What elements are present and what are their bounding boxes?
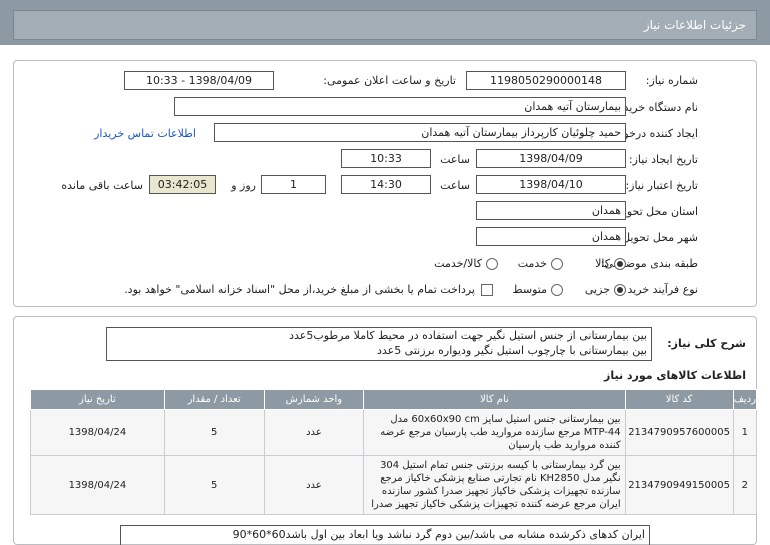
validity-date-label: تاریخ اعتبار نیاز: (625, 179, 698, 192)
table-row: 2 2134790949150005 بین گرد بیمارستانی با… (30, 455, 758, 515)
buyer-contact-link[interactable]: اطلاعات تماس خریدار (94, 127, 196, 140)
col-unit: واحد شمارش (263, 389, 365, 410)
item-qty: 5 (163, 455, 265, 515)
process-label: نوع فرآیند خرید : (620, 283, 698, 296)
province-field: همدان (476, 201, 626, 220)
remaining-time-field: 03:42:05 (149, 175, 216, 194)
header-bar: جزئیات اطلاعات نیاز (13, 10, 757, 40)
item-name: بین بیمارستانی جنس استیل سایز 60x60x90 c… (363, 409, 626, 456)
col-row: ردیف (732, 389, 758, 410)
announce-datetime-field: 1398/04/09 - 10:33 (124, 71, 274, 90)
category-service-label: خدمت (517, 257, 547, 270)
validity-time-label: ساعت (440, 179, 470, 192)
category-goods-radio[interactable] (614, 258, 626, 270)
item-unit: عدد (263, 455, 365, 515)
category-goods-label: کالا (595, 257, 610, 270)
process-minor-radio[interactable] (614, 284, 626, 296)
city-label: شهر محل تحویل: (618, 231, 698, 244)
col-name: نام کالا (363, 389, 626, 410)
table-header-row: ردیف کد کالا نام کالا واحد شمارش تعداد /… (30, 389, 758, 410)
description-box: بین بیمارستانی از جنس استیل نگیر جهت است… (106, 327, 652, 361)
days-field: 1 (261, 175, 326, 194)
item-code: 2134790949150005 (624, 455, 734, 515)
need-number-label: شماره نیاز: (645, 74, 698, 87)
item-code: 2134790957600005 (624, 409, 734, 456)
item-date: 1398/04/24 (30, 455, 165, 515)
treasury-payment-note: پرداخت تمام یا بخشی از مبلغ خرید،از محل … (124, 283, 475, 296)
col-code: کد کالا (624, 389, 734, 410)
category-service-radio[interactable] (551, 258, 563, 270)
description-line-1: بین بیمارستانی از جنس استیل نگیر جهت است… (289, 329, 647, 342)
category-both-label: کالا/خدمت (434, 257, 482, 270)
col-qty: تعداد / مقدار (163, 389, 265, 410)
item-name: بین گرد بیمارستانی با کیسه برزنتی جنس تم… (363, 455, 626, 515)
process-medium-radio[interactable] (551, 284, 563, 296)
requester-field: حمید چلوئیان کارپرداز بیمارستان آتیه همد… (214, 123, 626, 142)
city-field: همدان (476, 227, 626, 246)
validity-time-field: 14:30 (341, 175, 431, 194)
row-number: 1 (732, 409, 758, 456)
item-qty: 5 (163, 409, 265, 456)
days-label: روز و (231, 179, 256, 192)
items-panel: شرح کلی نیاز: بین بیمارستانی از جنس استی… (13, 316, 758, 545)
validity-date-field: 1398/04/10 (476, 175, 626, 194)
need-details-panel: شماره نیاز: 1198050290000148 تاریخ و ساع… (13, 60, 757, 307)
created-time-label: ساعت (440, 153, 470, 166)
items-section-title: اطلاعات کالاهای مورد نیاز (604, 369, 746, 382)
page-title: جزئیات اطلاعات نیاز (643, 18, 746, 32)
row-number: 2 (732, 455, 758, 515)
remaining-label: ساعت باقی مانده (61, 179, 143, 192)
page-header: جزئیات اطلاعات نیاز (0, 0, 770, 45)
created-date-label: تاریخ ایجاد نیاز: (628, 153, 698, 166)
table-row: 1 2134790957600005 بین بیمارستانی جنس اس… (30, 409, 758, 456)
description-label: شرح کلی نیاز: (667, 337, 746, 350)
treasury-payment-checkbox[interactable] (481, 284, 493, 296)
process-minor-label: جزیی (584, 283, 610, 296)
buyer-org-field: بیمارستان آتیه همدان (174, 97, 626, 116)
announce-label: تاریخ و ساعت اعلان عمومی: (323, 74, 456, 87)
col-date: تاریخ نیاز (30, 389, 165, 410)
created-date-field: 1398/04/09 (476, 149, 626, 168)
description-line-2: بین بیمارستانی با چارچوب استیل نگیر ودیو… (376, 344, 647, 357)
item-date: 1398/04/24 (30, 409, 165, 456)
category-both-radio[interactable] (486, 258, 498, 270)
buyer-note: ایران کدهای ذکرشده مشابه می باشد/بین دوم… (120, 525, 650, 545)
need-number-field: 1198050290000148 (466, 71, 626, 90)
created-time-field: 10:33 (341, 149, 431, 168)
process-medium-label: متوسط (512, 283, 547, 296)
items-table: ردیف کد کالا نام کالا واحد شمارش تعداد /… (30, 389, 758, 515)
item-unit: عدد (263, 409, 365, 456)
